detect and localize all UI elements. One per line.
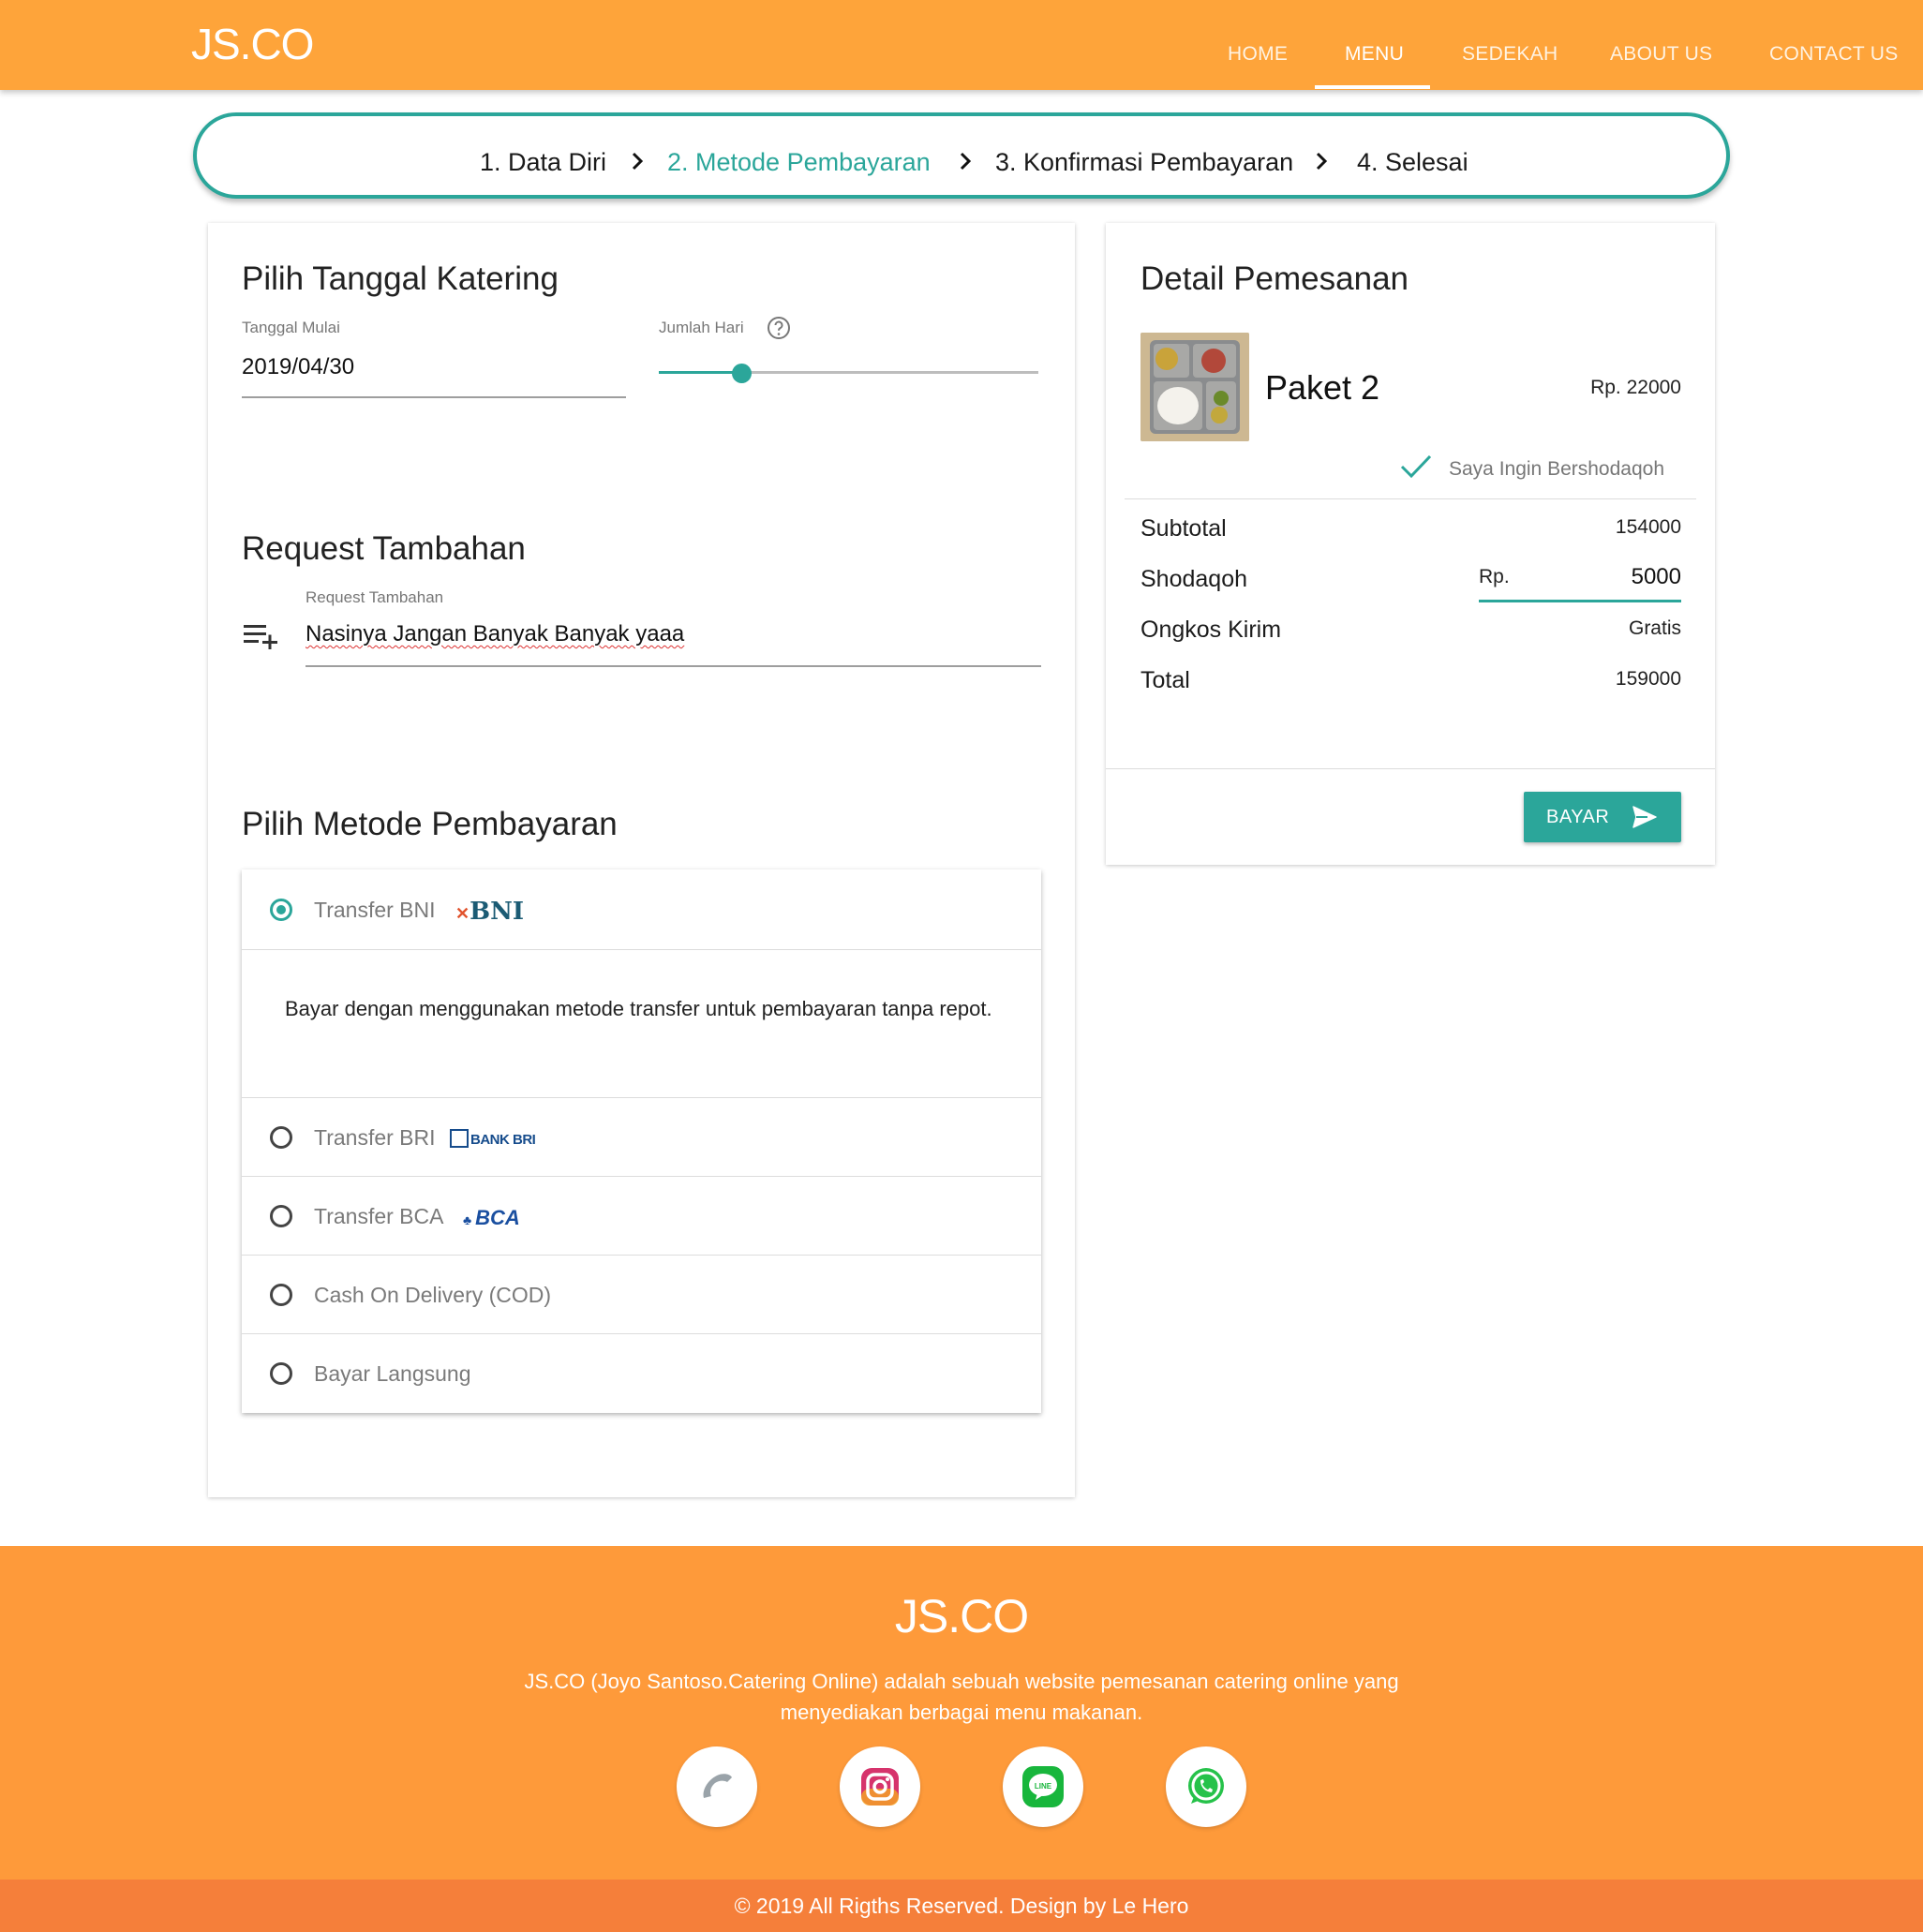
bni-logo: ✕BNI: [455, 898, 524, 926]
bayar-button-label: BAYAR: [1546, 807, 1610, 827]
instagram-icon[interactable]: [840, 1746, 920, 1827]
radio-checked[interactable]: [270, 899, 292, 921]
shodaqoh-input-underline: [1479, 600, 1681, 602]
payment-option-bni[interactable]: Transfer BNI ✕BNI: [242, 869, 1041, 950]
phone-icon[interactable]: [677, 1746, 757, 1827]
payment-option-bayar-langsung[interactable]: Bayar Langsung: [242, 1334, 1041, 1413]
chevron-right-icon: [960, 152, 972, 171]
nav-item-about-us[interactable]: ABOUT US: [1610, 43, 1712, 66]
divider: [1125, 498, 1696, 499]
radio-unchecked[interactable]: [270, 1284, 292, 1306]
product-price: Rp. 22000: [1590, 377, 1681, 398]
footer-description: JS.CO (Joyo Santoso.Catering Online) ada…: [524, 1670, 1399, 1724]
payment-method-list: Transfer BNI ✕BNI Bayar dengan menggunak…: [242, 869, 1041, 1413]
chevron-right-icon: [1316, 152, 1328, 171]
whatsapp-icon[interactable]: [1166, 1746, 1246, 1827]
payment-option-label: Transfer BNI: [314, 898, 436, 922]
bri-logo: BANK BRI: [450, 1129, 536, 1148]
product-name: Paket 2: [1265, 368, 1380, 407]
shodaqoh-currency-prefix: Rp.: [1479, 566, 1510, 587]
section-title-detail: Detail Pemesanan: [1140, 260, 1409, 297]
step-selesai[interactable]: 4. Selesai: [1357, 148, 1468, 177]
send-icon: [1632, 806, 1657, 828]
line-icon[interactable]: LINE: [1003, 1746, 1083, 1827]
ongkos-kirim-label: Ongkos Kirim: [1140, 617, 1282, 643]
payment-option-bri[interactable]: Transfer BRI BANK BRI: [242, 1098, 1041, 1177]
step-konfirmasi-pembayaran[interactable]: 3. Konfirmasi Pembayaran: [995, 148, 1293, 177]
footer: JS.CO JS.CO (Joyo Santoso.Catering Onlin…: [0, 1546, 1923, 1880]
playlist-add-icon: [244, 625, 277, 649]
tanggal-mulai-underline: [242, 396, 626, 398]
payment-option-label: Bayar Langsung: [314, 1361, 471, 1386]
check-icon[interactable]: [1399, 453, 1433, 480]
nav-item-sedekah[interactable]: SEDEKAH: [1462, 43, 1558, 66]
step-data-diri[interactable]: 1. Data Diri: [480, 148, 606, 177]
nav-item-menu[interactable]: MENU: [1345, 43, 1404, 66]
payment-option-bca[interactable]: Transfer BCA ♣ BCA: [242, 1177, 1041, 1256]
nav-active-indicator: [1315, 85, 1430, 89]
shodaqoh-label: Shodaqoh: [1140, 566, 1248, 592]
request-underline: [306, 665, 1041, 667]
divider: [1106, 768, 1715, 769]
total-label: Total: [1140, 667, 1190, 693]
payment-option-label: Transfer BRI: [314, 1125, 436, 1150]
radio-unchecked[interactable]: [270, 1362, 292, 1385]
bayar-button[interactable]: BAYAR: [1524, 792, 1681, 842]
payment-option-label: Cash On Delivery (COD): [314, 1283, 552, 1307]
chevron-right-icon: [632, 152, 644, 171]
total-value: 159000: [1615, 668, 1681, 690]
payment-option-cod[interactable]: Cash On Delivery (COD): [242, 1256, 1041, 1334]
copyright-bar: © 2019 All Rigths Reserved. Design by Le…: [0, 1880, 1923, 1932]
copyright-text: © 2019 All Rigths Reserved. Design by Le…: [734, 1894, 1189, 1918]
product-image: [1140, 333, 1249, 441]
nav-item-contact-us[interactable]: CONTACT US: [1769, 43, 1899, 66]
shodaqoh-input[interactable]: 5000: [1632, 564, 1681, 590]
footer-brand: JS.CO: [894, 1590, 1029, 1642]
payment-description-panel: Bayar dengan menggunakan metode transfer…: [242, 950, 1041, 1098]
jumlah-hari-label: Jumlah Hari: [659, 319, 744, 336]
navbar: JS.CO HOME MENU SEDEKAH ABOUT US CONTACT…: [0, 0, 1923, 90]
subtotal-label: Subtotal: [1140, 515, 1227, 542]
radio-unchecked[interactable]: [270, 1205, 292, 1227]
payment-option-label: Transfer BCA: [314, 1204, 444, 1228]
sedekah-checkbox-label[interactable]: Saya Ingin Bershodaqoh: [1449, 458, 1664, 481]
tanggal-mulai-input[interactable]: 2019/04/30: [242, 354, 354, 380]
brand-logo[interactable]: JS.CO: [191, 19, 314, 69]
request-input[interactable]: Nasinya Jangan Banyak Banyak yaaa: [306, 621, 684, 647]
step-metode-pembayaran[interactable]: 2. Metode Pembayaran: [667, 148, 931, 177]
bca-logo: ♣ BCA: [463, 1206, 520, 1229]
radio-unchecked[interactable]: [270, 1126, 292, 1149]
svg-text:LINE: LINE: [1035, 1782, 1052, 1791]
jumlah-hari-slider-thumb[interactable]: [732, 364, 752, 383]
checkout-stepper: 1. Data Diri 2. Metode Pembayaran 3. Kon…: [193, 112, 1730, 199]
section-title-request: Request Tambahan: [242, 530, 526, 567]
jumlah-hari-slider-fill: [659, 371, 743, 374]
payment-description: Bayar dengan menggunakan metode transfer…: [285, 997, 992, 1020]
nav-item-home[interactable]: HOME: [1228, 43, 1288, 66]
section-title-tanggal: Pilih Tanggal Katering: [242, 260, 559, 297]
help-icon[interactable]: [767, 316, 791, 340]
request-field-label: Request Tambahan: [306, 588, 444, 606]
section-title-payment: Pilih Metode Pembayaran: [242, 806, 618, 842]
tanggal-mulai-label: Tanggal Mulai: [242, 319, 340, 336]
ongkos-kirim-value: Gratis: [1628, 617, 1681, 639]
subtotal-value: 154000: [1615, 516, 1681, 538]
order-detail-card: Detail Pemesanan Paket 2 Rp. 22000 Saya …: [1106, 223, 1715, 865]
